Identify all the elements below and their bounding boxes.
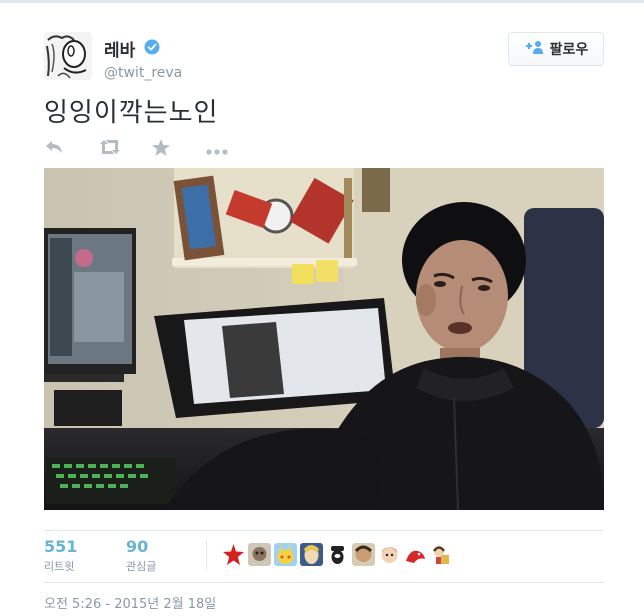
favorites-stat[interactable]: 90 관심글	[126, 537, 156, 574]
tweet-timestamp[interactable]: 오전 5:26 - 2015년 2월 18일	[44, 593, 216, 612]
tweet-actions	[44, 138, 260, 160]
retweets-stat[interactable]: 551 리트윗	[44, 537, 77, 574]
retweet-label: 리트윗	[44, 560, 75, 573]
favoriters-avatars	[222, 543, 453, 566]
reply-icon	[44, 139, 64, 159]
retweet-count: 551	[44, 537, 78, 556]
add-user-icon	[524, 40, 544, 58]
photo-content	[44, 168, 604, 510]
favoriter-avatar[interactable]	[404, 543, 427, 566]
favorite-count: 90	[126, 537, 149, 556]
favoriter-avatar[interactable]	[274, 543, 297, 566]
favoriter-avatar[interactable]	[300, 543, 323, 566]
stats-top-divider	[44, 530, 604, 531]
favoriter-avatar[interactable]	[378, 543, 401, 566]
favorite-button[interactable]	[152, 138, 206, 160]
favorite-star-icon	[152, 138, 170, 160]
display-name[interactable]: 레바	[104, 36, 135, 61]
retweet-icon	[98, 139, 122, 159]
frame-border	[0, 0, 644, 3]
follow-button[interactable]: 팔로우	[508, 32, 604, 66]
favoriter-avatar[interactable]	[352, 543, 375, 566]
stats-separator	[206, 540, 207, 570]
tweet-photo[interactable]	[44, 168, 604, 510]
favoriter-avatar[interactable]	[430, 543, 453, 566]
verified-badge-icon	[144, 39, 160, 59]
favoriter-avatar[interactable]	[326, 543, 349, 566]
retweet-button[interactable]	[98, 138, 152, 160]
reply-button[interactable]	[44, 138, 98, 160]
favorite-label: 관심글	[126, 560, 157, 573]
more-button[interactable]	[206, 138, 260, 160]
stats-bottom-divider	[44, 582, 604, 583]
more-icon	[206, 140, 228, 159]
user-handle[interactable]: @twit_reva	[104, 65, 182, 81]
avatar[interactable]	[44, 32, 92, 80]
favoriter-avatar[interactable]	[222, 543, 245, 566]
follow-button-label: 팔로우	[549, 42, 589, 58]
user-name-block: 레바 @twit_reva	[104, 36, 182, 81]
tweet-header: 레바 @twit_reva 팔로우	[44, 32, 604, 82]
tweet-text: 잉잉이깍는노인	[44, 98, 219, 128]
favoriter-avatar[interactable]	[248, 543, 271, 566]
